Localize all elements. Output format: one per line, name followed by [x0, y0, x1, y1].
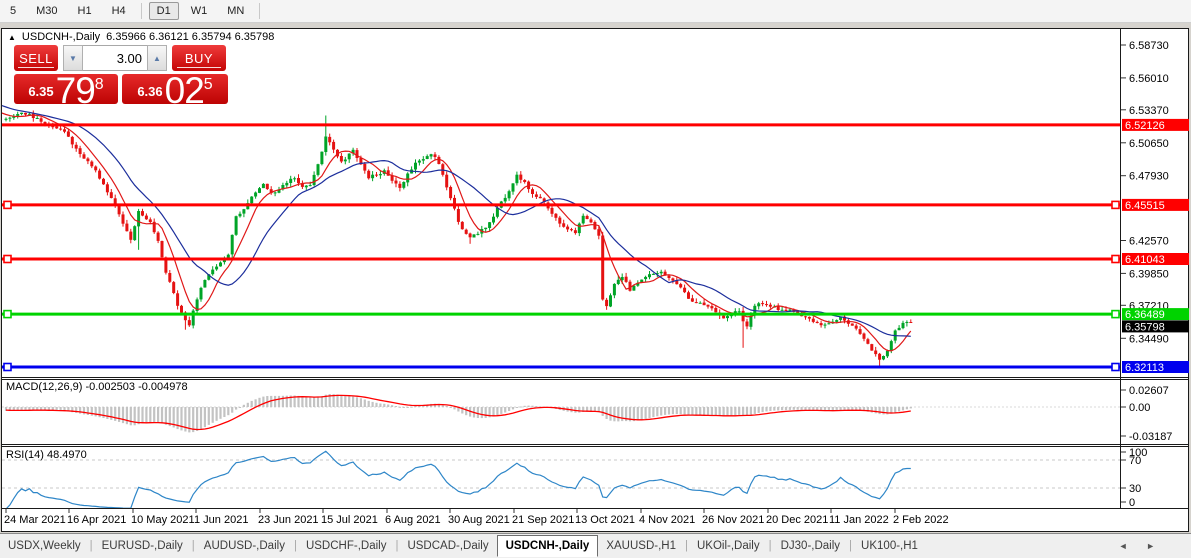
chart-symbol-label: USDCNH-,Daily: [21, 31, 101, 43]
tab-scroll-arrows[interactable]: ◄ ►: [1119, 541, 1163, 551]
buy-button[interactable]: BUY: [172, 45, 226, 71]
timeframe-button-W1[interactable]: W1: [183, 2, 216, 20]
price-tick-label: 6.50650: [1129, 138, 1169, 150]
chart-ohlc-values: 6.35966 6.36121 6.35794 6.35798: [106, 31, 275, 43]
sell-button-label: SELL: [19, 50, 53, 66]
date-tick-label: 4 Nov 2021: [639, 514, 695, 526]
price-tick-label: 6.39850: [1129, 268, 1169, 280]
timeframe-toolbar: 5 M30 H1 H4 D1 W1 MN: [0, 0, 1191, 23]
chevron-down-icon: ▼: [69, 53, 77, 63]
buy-price-pip-digit: 5: [203, 76, 213, 93]
chevron-up-icon: ▲: [153, 53, 161, 63]
indicator-axis-label: 30: [1129, 483, 1141, 495]
line-drag-handle[interactable]: [1111, 362, 1120, 372]
date-tick-label: 2 Feb 2022: [893, 514, 949, 526]
mt4-window: { "toolbar": { "timeframes": [ {"label":…: [0, 0, 1191, 558]
volume-input[interactable]: [83, 45, 147, 71]
macd-indicator-label: MACD(12,26,9) -0.002503 -0.004978: [6, 381, 188, 393]
line-drag-handle[interactable]: [1111, 200, 1120, 210]
bid-price-label-text: 6.35798: [1125, 321, 1165, 333]
indicator-axis-label: 70: [1129, 455, 1141, 467]
date-tick-label: 30 Aug 2021: [448, 514, 510, 526]
level-price-label-text: 6.52126: [1125, 120, 1165, 132]
price-tick-label: 6.56010: [1129, 73, 1169, 85]
level-price-label-text: 6.41043: [1125, 254, 1165, 266]
level-price-label-text: 6.45515: [1125, 200, 1165, 212]
date-tick-label: 15 Jul 2021: [321, 514, 378, 526]
collapse-arrow-icon[interactable]: ▲: [8, 33, 16, 42]
indicator-axis-label: 0: [1129, 497, 1135, 509]
date-tick-label: 21 Sep 2021: [512, 514, 574, 526]
tab-uk100-h1[interactable]: UK100-,H1: [853, 536, 926, 556]
tab-eurusd-daily[interactable]: EURUSD-,Daily: [94, 536, 191, 556]
tab-usdcnh-daily[interactable]: USDCNH-,Daily: [496, 534, 599, 557]
buy-price-display[interactable]: 6.36 02 5: [122, 70, 228, 111]
indicator-axis-label: -0.03187: [1129, 431, 1172, 443]
chart-title: ▲ USDCNH-,Daily 6.35966 6.36121 6.35794 …: [8, 31, 274, 43]
volume-stepper: ▼ ▲: [63, 45, 167, 71]
sell-price-display[interactable]: 6.35 79 8: [14, 70, 118, 111]
date-tick-label: 26 Nov 2021: [702, 514, 764, 526]
line-drag-handle[interactable]: [1111, 254, 1120, 264]
volume-decrease-button[interactable]: ▼: [63, 45, 83, 71]
toolbar-separator: [140, 3, 142, 19]
date-tick-label: 1 Jun 2021: [194, 514, 248, 526]
volume-increase-button[interactable]: ▲: [147, 45, 167, 71]
date-tick-label: 16 Apr 2021: [67, 514, 126, 526]
tab-ukoil-daily[interactable]: UKOil-,Daily: [689, 536, 768, 556]
line-drag-handle[interactable]: [3, 254, 12, 264]
price-tick-label: 6.53370: [1129, 105, 1169, 117]
date-tick-label: 10 May 2021: [131, 514, 195, 526]
date-tick-label: 24 Mar 2021: [4, 514, 66, 526]
indicator-axis-label: 0.00: [1129, 402, 1150, 414]
line-drag-handle[interactable]: [1111, 309, 1120, 319]
one-click-trade-panel: SELL ▼ ▲ BUY 6.35 79 8 6.36 02 5: [14, 45, 228, 111]
tab-audusd-daily[interactable]: AUDUSD-,Daily: [196, 536, 293, 556]
date-tick-label: 13 Oct 2021: [575, 514, 635, 526]
timeframe-button-M30[interactable]: M30: [28, 2, 65, 20]
date-tick-label: 20 Dec 2021: [766, 514, 828, 526]
date-tick-label: 23 Jun 2021: [258, 514, 319, 526]
line-drag-handle[interactable]: [3, 362, 12, 372]
chart-tab-bar: USDX,Weekly | EURUSD-,Daily | AUDUSD-,Daily |…: [0, 533, 1191, 558]
price-tick-label: 6.47930: [1129, 171, 1169, 183]
line-drag-handle[interactable]: [3, 200, 12, 210]
buy-underline: [177, 67, 221, 68]
line-drag-handle[interactable]: [3, 309, 12, 319]
buy-button-label: BUY: [184, 50, 214, 66]
timeframe-button-MN[interactable]: MN: [219, 2, 252, 20]
toolbar-separator: [259, 3, 261, 19]
timeframe-button-5[interactable]: 5: [2, 2, 24, 20]
tab-xauusd-h1[interactable]: XAUUSD-,H1: [598, 536, 684, 556]
timeframe-button-H4[interactable]: H4: [104, 2, 134, 20]
buy-price-big-digits: 02: [164, 70, 205, 111]
timeframe-button-H1[interactable]: H1: [70, 2, 100, 20]
date-tick-label: 6 Aug 2021: [385, 514, 441, 526]
date-tick-label: 11 Jan 2022: [829, 514, 889, 526]
buy-price-prefix: 6.36: [137, 84, 163, 99]
level-price-label-text: 6.36489: [1125, 309, 1165, 321]
sell-underline: [18, 67, 54, 68]
sell-button[interactable]: SELL: [14, 45, 58, 71]
sell-price-prefix: 6.35: [28, 84, 54, 99]
indicator-axis-label: 0.02607: [1129, 385, 1169, 397]
level-price-label-text: 6.32113: [1125, 362, 1164, 374]
tab-usdx-weekly[interactable]: USDX,Weekly: [0, 536, 89, 556]
price-tick-label: 6.58730: [1129, 40, 1169, 52]
sell-price-pip-digit: 8: [94, 76, 104, 93]
tab-dj30-daily[interactable]: DJ30-,Daily: [773, 536, 848, 556]
price-tick-label: 6.34490: [1129, 333, 1169, 345]
price-tick-label: 6.42570: [1129, 236, 1169, 248]
rsi-indicator-label: RSI(14) 48.4970: [6, 449, 87, 461]
sell-price-big-digits: 79: [55, 70, 96, 111]
tab-usdchf-daily[interactable]: USDCHF-,Daily: [298, 536, 395, 556]
tab-usdcad-daily[interactable]: USDCAD-,Daily: [399, 536, 496, 556]
timeframe-button-D1[interactable]: D1: [148, 2, 179, 20]
